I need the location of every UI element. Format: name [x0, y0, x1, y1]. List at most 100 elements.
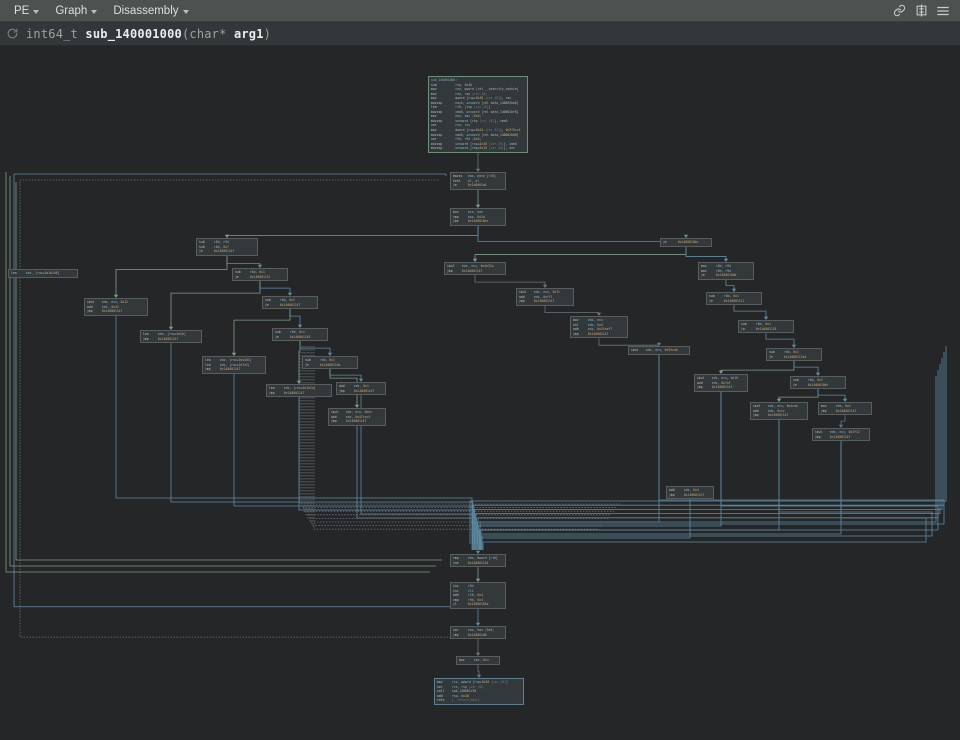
- graph-edge: [599, 338, 659, 345]
- instruction-line: ja 0x140001118: [741, 327, 791, 332]
- block-sub-cmp-b6[interactable]: sub r8d, 0x1je 0x14000113f: [232, 268, 288, 281]
- block-testadd-b8[interactable]: imul edx, ecx, 0x12add edx, 0x42jmp 0x14…: [84, 298, 148, 316]
- exit-block[interactable]: mov rcx, qword [rsp+0x38 {var_10}]xor rc…: [434, 678, 524, 705]
- graph-edge: [116, 316, 472, 550]
- instruction-line: je 0x140001b4: [453, 183, 503, 188]
- instruction-line: je 0x140001147: [265, 303, 315, 308]
- instruction-line: mov eax, 0x1: [459, 658, 497, 663]
- menu-item-disassembly[interactable]: Disassembly: [105, 0, 196, 22]
- chevron-down-icon: [91, 10, 97, 14]
- menu-bar: PE Graph Disassembly: [0, 0, 960, 22]
- block-je-right[interactable]: je 0x1400010bc: [660, 238, 712, 247]
- block-mov-cmp[interactable]: mov ecx, eaxcmp eax, 0x2djbe 0x1400010ec: [450, 208, 506, 226]
- block-sub-je-r5[interactable]: sub r8d, 0x1je 0x1400010bf: [790, 376, 846, 389]
- graph-edge: [478, 370, 938, 544]
- graph-edge: [841, 415, 845, 425]
- refresh-arrow-icon[interactable]: [6, 27, 20, 41]
- instruction-line: retn {__return_addr}: [437, 698, 521, 703]
- graph-edge: [227, 256, 260, 265]
- menu-item-disassembly-label: Disassembly: [113, 5, 178, 17]
- graph-edge: [312, 346, 602, 526]
- graph-edge: [478, 665, 479, 675]
- block-sub-je-r3[interactable]: sub r8d, 0x1je 0x14000111b4: [766, 348, 822, 361]
- graph-edge: [290, 309, 300, 325]
- instruction-line: jmp 0x140001147: [821, 409, 869, 414]
- graph-edge: [478, 392, 721, 550]
- block-lea-left[interactable]: lea edx, [rax+0x1b2d6]: [8, 269, 78, 278]
- instruction-line: jmp 0x140001147: [205, 367, 263, 372]
- block-sub-jmp-b14[interactable]: add edx, 0x1jmp 0x140001147: [336, 382, 386, 395]
- graph-edge: [794, 361, 818, 373]
- instruction-line: jmp 0x140001147: [143, 337, 199, 342]
- block-xor-jmp[interactable]: xor eax, eax {0x0}jmp 0x140001b8: [450, 626, 506, 639]
- block-sub-je-r1[interactable]: sub r8d, 0x1je 0x140001111: [706, 292, 762, 305]
- block-imul-right-b16[interactable]: imul edx, ecx, 0x4e32ajmp 0x140001147: [444, 262, 506, 275]
- instruction-line: jmp 0x140001147: [573, 332, 625, 337]
- function-signature[interactable]: int64_t sub_140001000(char* arg1): [26, 27, 271, 41]
- hamburger-menu-icon[interactable]: [932, 0, 954, 22]
- graph-edge: [308, 346, 608, 518]
- instruction-line: jmp 0x140001b8: [453, 633, 503, 638]
- block-mov-mov-je[interactable]: mov r8d, r9dmov r8d, r9dje 0x1400010db: [698, 262, 754, 280]
- block-add-jmp-mid[interactable]: add edx, 0x4jmp 0x140001147: [666, 486, 714, 499]
- block-imul-add-r4[interactable]: imul edx, ecx, 0x10add edx, 0x7afjmp 0x1…: [694, 374, 748, 392]
- block-imul-jmp-r8[interactable]: imul edx, ecx, 0x3f12jmp 0x14000114f: [812, 428, 870, 441]
- block-sub-jmp-b7[interactable]: sub r8d, 0x1je 0x140001147: [262, 296, 318, 309]
- graph-edge: [116, 256, 227, 295]
- chevron-down-icon: [33, 10, 39, 14]
- function-header-bar: int64_t sub_140001000(char* arg1): [0, 22, 960, 46]
- instruction-line: je 0x1400010bf: [793, 383, 843, 388]
- instruction-line: je 0x14000111b4: [769, 355, 819, 360]
- block-inc-loop[interactable]: inc r9dinc r11add r10, 0x4cmp r9d, 0x4jl…: [450, 582, 506, 609]
- block-sub-je-b12[interactable]: sub r8d, 0x1je 0x14000114b: [302, 356, 358, 369]
- graph-edge: [545, 306, 599, 313]
- block-imul-add-r6[interactable]: imul edx, ecx, 0x4cabadd edx, 0xccjmp 0x…: [750, 402, 808, 420]
- block-lea-jmp-b13[interactable]: lea edx, [rax+0x1b2a]jmp 0x140001147: [266, 384, 332, 397]
- graph-edge: [726, 280, 734, 289]
- instruction-line: jmp 0x140001147: [339, 389, 383, 394]
- instruction-line: je 0x14000114f: [199, 249, 255, 254]
- instruction-line: jmp 0x140001147: [87, 309, 145, 314]
- link-icon[interactable]: [888, 0, 910, 22]
- graph-edge: [299, 397, 475, 550]
- entry-block[interactable]: sub_140001000:sub rsp, 0x48mov rax, qwor…: [428, 76, 528, 153]
- instruction-line: je 0x1400010bc: [663, 240, 709, 245]
- menu-item-pe[interactable]: PE: [6, 0, 47, 22]
- instruction-line: jmp 0x14000114f: [697, 385, 745, 390]
- block-sub-2d[interactable]: sub r8d, r9dsub r8d, 0x7je 0x14000114f: [196, 238, 258, 256]
- function-return-type: int64_t: [26, 27, 78, 41]
- block-lea-jmp-b11[interactable]: lea edx, [rax+0x4401]lea edx, [rax+0x7e2…: [202, 356, 266, 374]
- instruction-line: jl 0x14000103a: [453, 602, 503, 607]
- block-mov-imul-b18[interactable]: mov edx, ecxshl edx, 0x4add edx, 0x2feef…: [570, 316, 628, 338]
- graph-edge: [302, 346, 617, 508]
- menu-item-graph-label: Graph: [55, 5, 87, 17]
- block-mov-jmp-r7[interactable]: mov edx, 0x2jmp 0x140001147: [818, 402, 872, 415]
- menu-item-graph[interactable]: Graph: [47, 0, 105, 22]
- block-lea-jmp-b9[interactable]: lea edx, [rax+0x2b]jmp 0x140001147: [140, 330, 202, 343]
- graph-edge: [330, 369, 361, 379]
- menu-item-pe-label: PE: [14, 5, 29, 17]
- graph-edge: [234, 374, 474, 550]
- graph-edge: [475, 275, 545, 285]
- block-imul-add-b15[interactable]: imul edx, ecx, 0xecadd edx, 0x47ccc4jmp …: [328, 408, 386, 426]
- block-movzx-test[interactable]: movzx eax, byte [r10]test al, alje 0x140…: [450, 172, 506, 190]
- graph-edge: [227, 226, 478, 236]
- block-cmp-add-join[interactable]: cmp edx, dword [r10]jne 0x140001154: [450, 554, 506, 567]
- graph-edge: [171, 343, 473, 550]
- block-imul-add-b17[interactable]: imul edx, ecx, 0x7cadd edx, 0xff1jmp 0x1…: [516, 288, 574, 306]
- instruction-line: je 0x140001111: [709, 299, 759, 304]
- instruction-line: je 0x14000113f: [235, 275, 285, 280]
- instruction-line: jmp 0x140001147: [753, 413, 805, 418]
- block-mov-eax[interactable]: mov eax, 0x1: [456, 656, 500, 665]
- split-pane-icon[interactable]: [910, 0, 932, 22]
- instruction-line: jmp 0x140001147: [269, 391, 329, 396]
- block-sub-je-r2[interactable]: sub r8d, 0x1ja 0x140001118: [738, 320, 794, 333]
- block-sub-je-b10[interactable]: sub r8d, 0x1je 0x140001143: [272, 328, 328, 341]
- graph-edge: [479, 420, 779, 550]
- graph-canvas[interactable]: sub_140001000:sub rsp, 0x48mov rax, qwor…: [0, 46, 960, 740]
- instruction-line: jmp 0x140001147: [447, 269, 503, 274]
- graph-edge: [779, 389, 818, 399]
- instruction-line: movzxp unsword [rbp+0x10 {var_38}], eax: [431, 146, 525, 151]
- block-imul-b19[interactable]: imul edx, ecx, 0x55ca0: [628, 346, 690, 355]
- instruction-line: imul edx, ecx, 0x55ca0: [631, 348, 687, 353]
